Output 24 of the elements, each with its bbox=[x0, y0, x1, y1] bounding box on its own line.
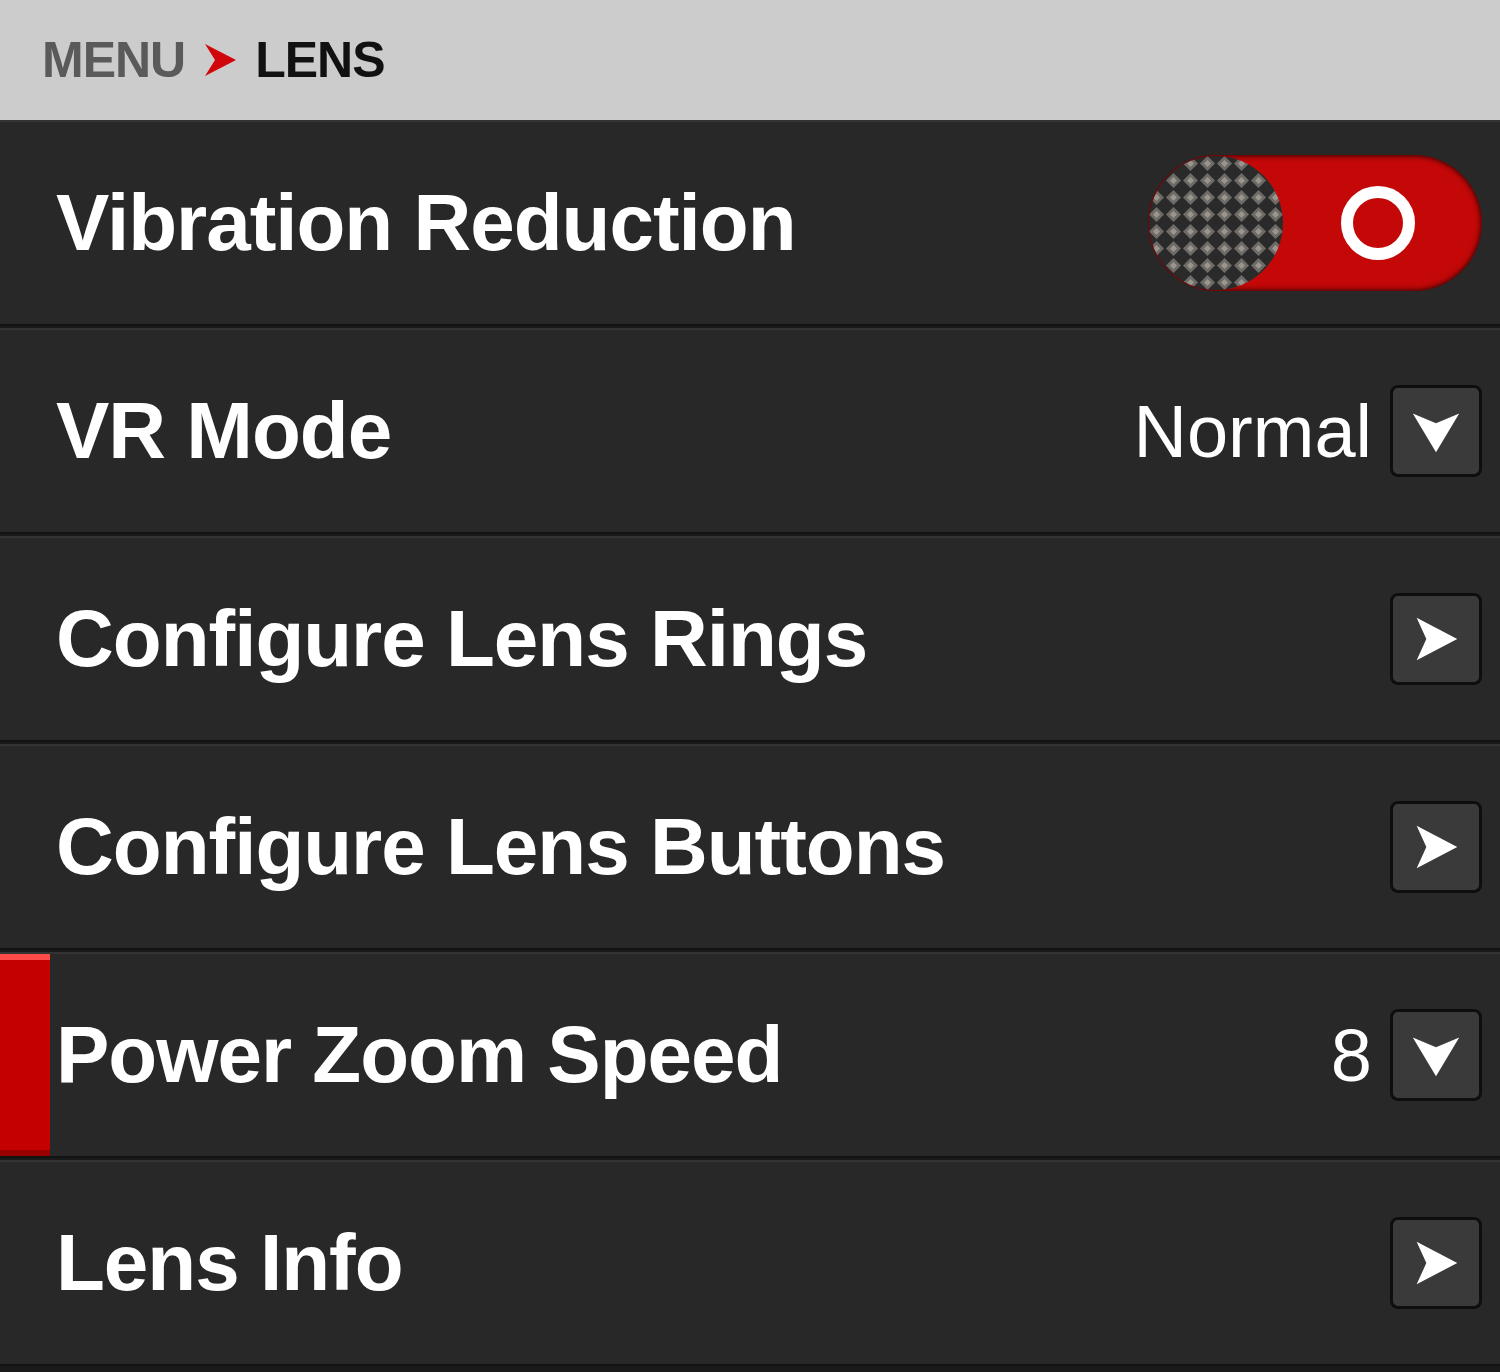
submenu-button[interactable] bbox=[1390, 593, 1482, 685]
submenu-button[interactable] bbox=[1390, 1217, 1482, 1309]
toggle-knob[interactable] bbox=[1148, 155, 1284, 291]
menu-row[interactable]: VR Mode Normal bbox=[0, 328, 1500, 534]
row-label: Vibration Reduction bbox=[56, 177, 796, 269]
chevron-icon bbox=[203, 42, 238, 78]
dropdown-button[interactable] bbox=[1390, 385, 1482, 477]
menu-row[interactable]: Configure Lens Buttons bbox=[0, 744, 1500, 950]
ring-icon bbox=[1338, 183, 1418, 263]
row-value: 8 bbox=[1330, 1012, 1372, 1098]
row-label: Lens Info bbox=[56, 1217, 403, 1309]
row-label: VR Mode bbox=[56, 385, 392, 477]
row-value: Normal bbox=[1133, 388, 1372, 474]
menu-row[interactable]: Vibration Reduction bbox=[0, 120, 1500, 326]
row-label: Configure Lens Rings bbox=[56, 593, 868, 685]
breadcrumb-item: LENS bbox=[255, 31, 385, 89]
row-label: Power Zoom Speed bbox=[56, 1009, 783, 1101]
menu-row[interactable]: Power Zoom Speed 8 bbox=[0, 952, 1500, 1158]
submenu-button[interactable] bbox=[1390, 801, 1482, 893]
breadcrumb-item[interactable]: MENU bbox=[42, 31, 186, 89]
menu-row[interactable]: Lens Info bbox=[0, 1160, 1500, 1366]
menu-row[interactable]: Configure Lens Rings bbox=[0, 536, 1500, 742]
dropdown-button[interactable] bbox=[1390, 1009, 1482, 1101]
row-label: Configure Lens Buttons bbox=[56, 801, 946, 893]
